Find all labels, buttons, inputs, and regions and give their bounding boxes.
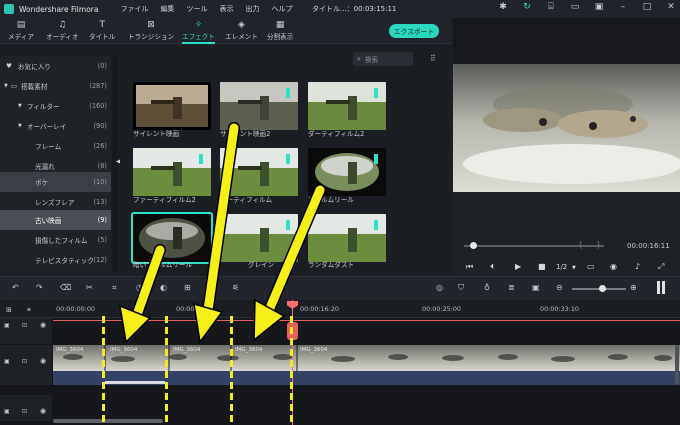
arrow-head xyxy=(119,304,152,344)
arrow-head xyxy=(193,302,224,344)
annotation-arrows xyxy=(119,122,326,344)
